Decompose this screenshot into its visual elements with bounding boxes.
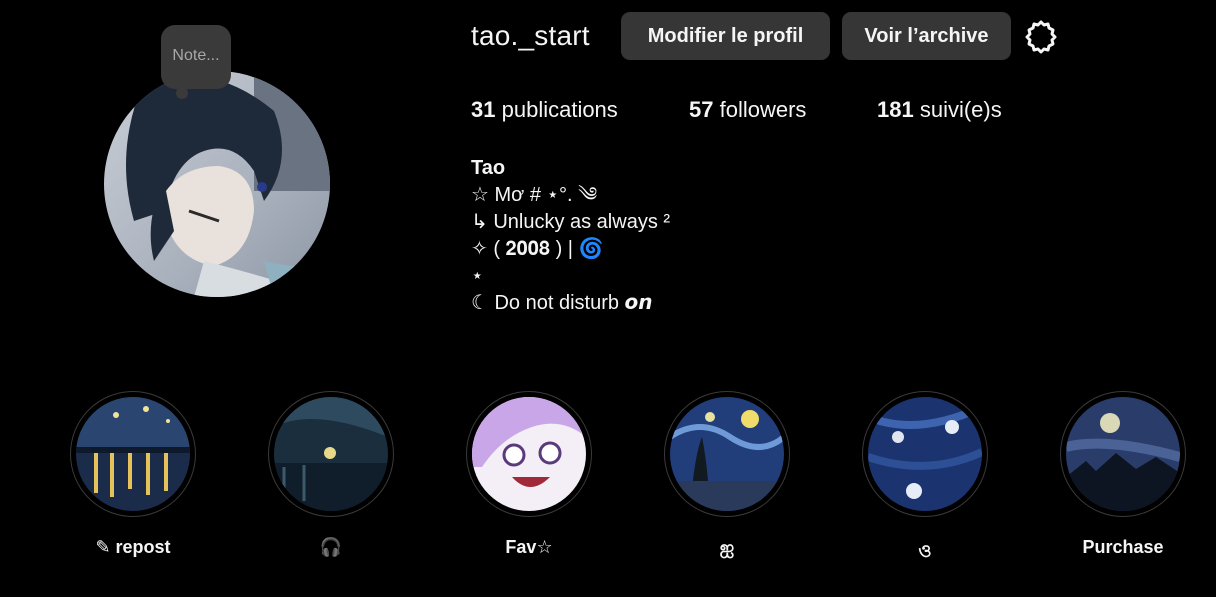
highlight-ring xyxy=(862,391,988,517)
highlight-ring xyxy=(1060,391,1186,517)
highlight-music[interactable]: 🎧 xyxy=(268,391,394,571)
highlight-cover xyxy=(1066,397,1180,511)
posts-count: 31 publications xyxy=(471,97,618,123)
bio-line-3-text: ✧ ( 𝟐𝟎𝟎𝟖 ) | xyxy=(471,238,579,260)
highlight-cover xyxy=(670,397,784,511)
profile-page: Note... tao._start Modifier le profil Vo… xyxy=(0,0,1216,597)
highlight-label: ஐ xyxy=(719,537,735,557)
highlight-label: ও xyxy=(918,541,932,561)
highlight-lilies[interactable]: ও xyxy=(862,391,988,571)
gear-icon[interactable] xyxy=(1023,19,1059,55)
highlight-label: Fav☆ xyxy=(505,537,553,557)
highlight-cover xyxy=(274,397,388,511)
highlight-ring xyxy=(70,391,196,517)
following-label: suivi(e)s xyxy=(919,97,1002,122)
highlight-label: ✎ repost xyxy=(95,537,171,557)
following-link[interactable]: 181 suivi(e)s xyxy=(877,97,1002,123)
highlight-label: Purchase xyxy=(1082,537,1164,557)
highlight-ring xyxy=(664,391,790,517)
bio-line-3: ✧ ( 𝟐𝟎𝟎𝟖 ) | 🌀 xyxy=(471,236,670,263)
posts-number: 31 xyxy=(471,97,496,122)
spiral-emoji: 🌀 xyxy=(578,238,604,260)
highlight-ring xyxy=(466,391,592,517)
highlight-cover xyxy=(868,397,982,511)
highlight-starry[interactable]: ஐ xyxy=(664,391,790,571)
followers-link[interactable]: 57 followers xyxy=(689,97,806,123)
highlight-cover xyxy=(472,397,586,511)
bio-line-1: ☆ Mơ # ⋆°. ༄ xyxy=(471,184,598,206)
display-name: Tao xyxy=(471,157,506,179)
followers-label: followers xyxy=(719,97,807,122)
highlight-purchase[interactable]: Purchase xyxy=(1060,391,1186,571)
highlight-fav[interactable]: Fav☆ xyxy=(466,391,592,571)
posts-label: publications xyxy=(501,97,618,122)
profile-bio: Tao ☆ Mơ # ⋆°. ༄ ↳ Unlucky as always ² ✧… xyxy=(471,155,670,317)
bio-line-2: ↳ Unlucky as always ² xyxy=(471,211,671,233)
followers-number: 57 xyxy=(689,97,714,122)
profile-avatar[interactable] xyxy=(104,71,330,297)
bio-line-4: ⋆ xyxy=(471,265,484,287)
edit-profile-button[interactable]: Modifier le profil xyxy=(621,12,830,60)
highlight-cover xyxy=(76,397,190,511)
note-bubble[interactable]: Note... xyxy=(161,25,231,89)
username: tao._start xyxy=(471,20,590,51)
avatar-image xyxy=(104,71,330,297)
highlight-ring xyxy=(268,391,394,517)
note-bubble-tail xyxy=(176,87,188,99)
highlight-repost[interactable]: ✎ repost xyxy=(70,391,196,571)
following-number: 181 xyxy=(877,97,914,122)
bio-line-5: ☾ Do not disturb 𝙤𝙣 xyxy=(471,292,653,314)
note-placeholder: Note... xyxy=(172,47,220,64)
view-archive-button[interactable]: Voir l’archive xyxy=(842,12,1011,60)
highlight-label: 🎧 xyxy=(319,537,343,557)
